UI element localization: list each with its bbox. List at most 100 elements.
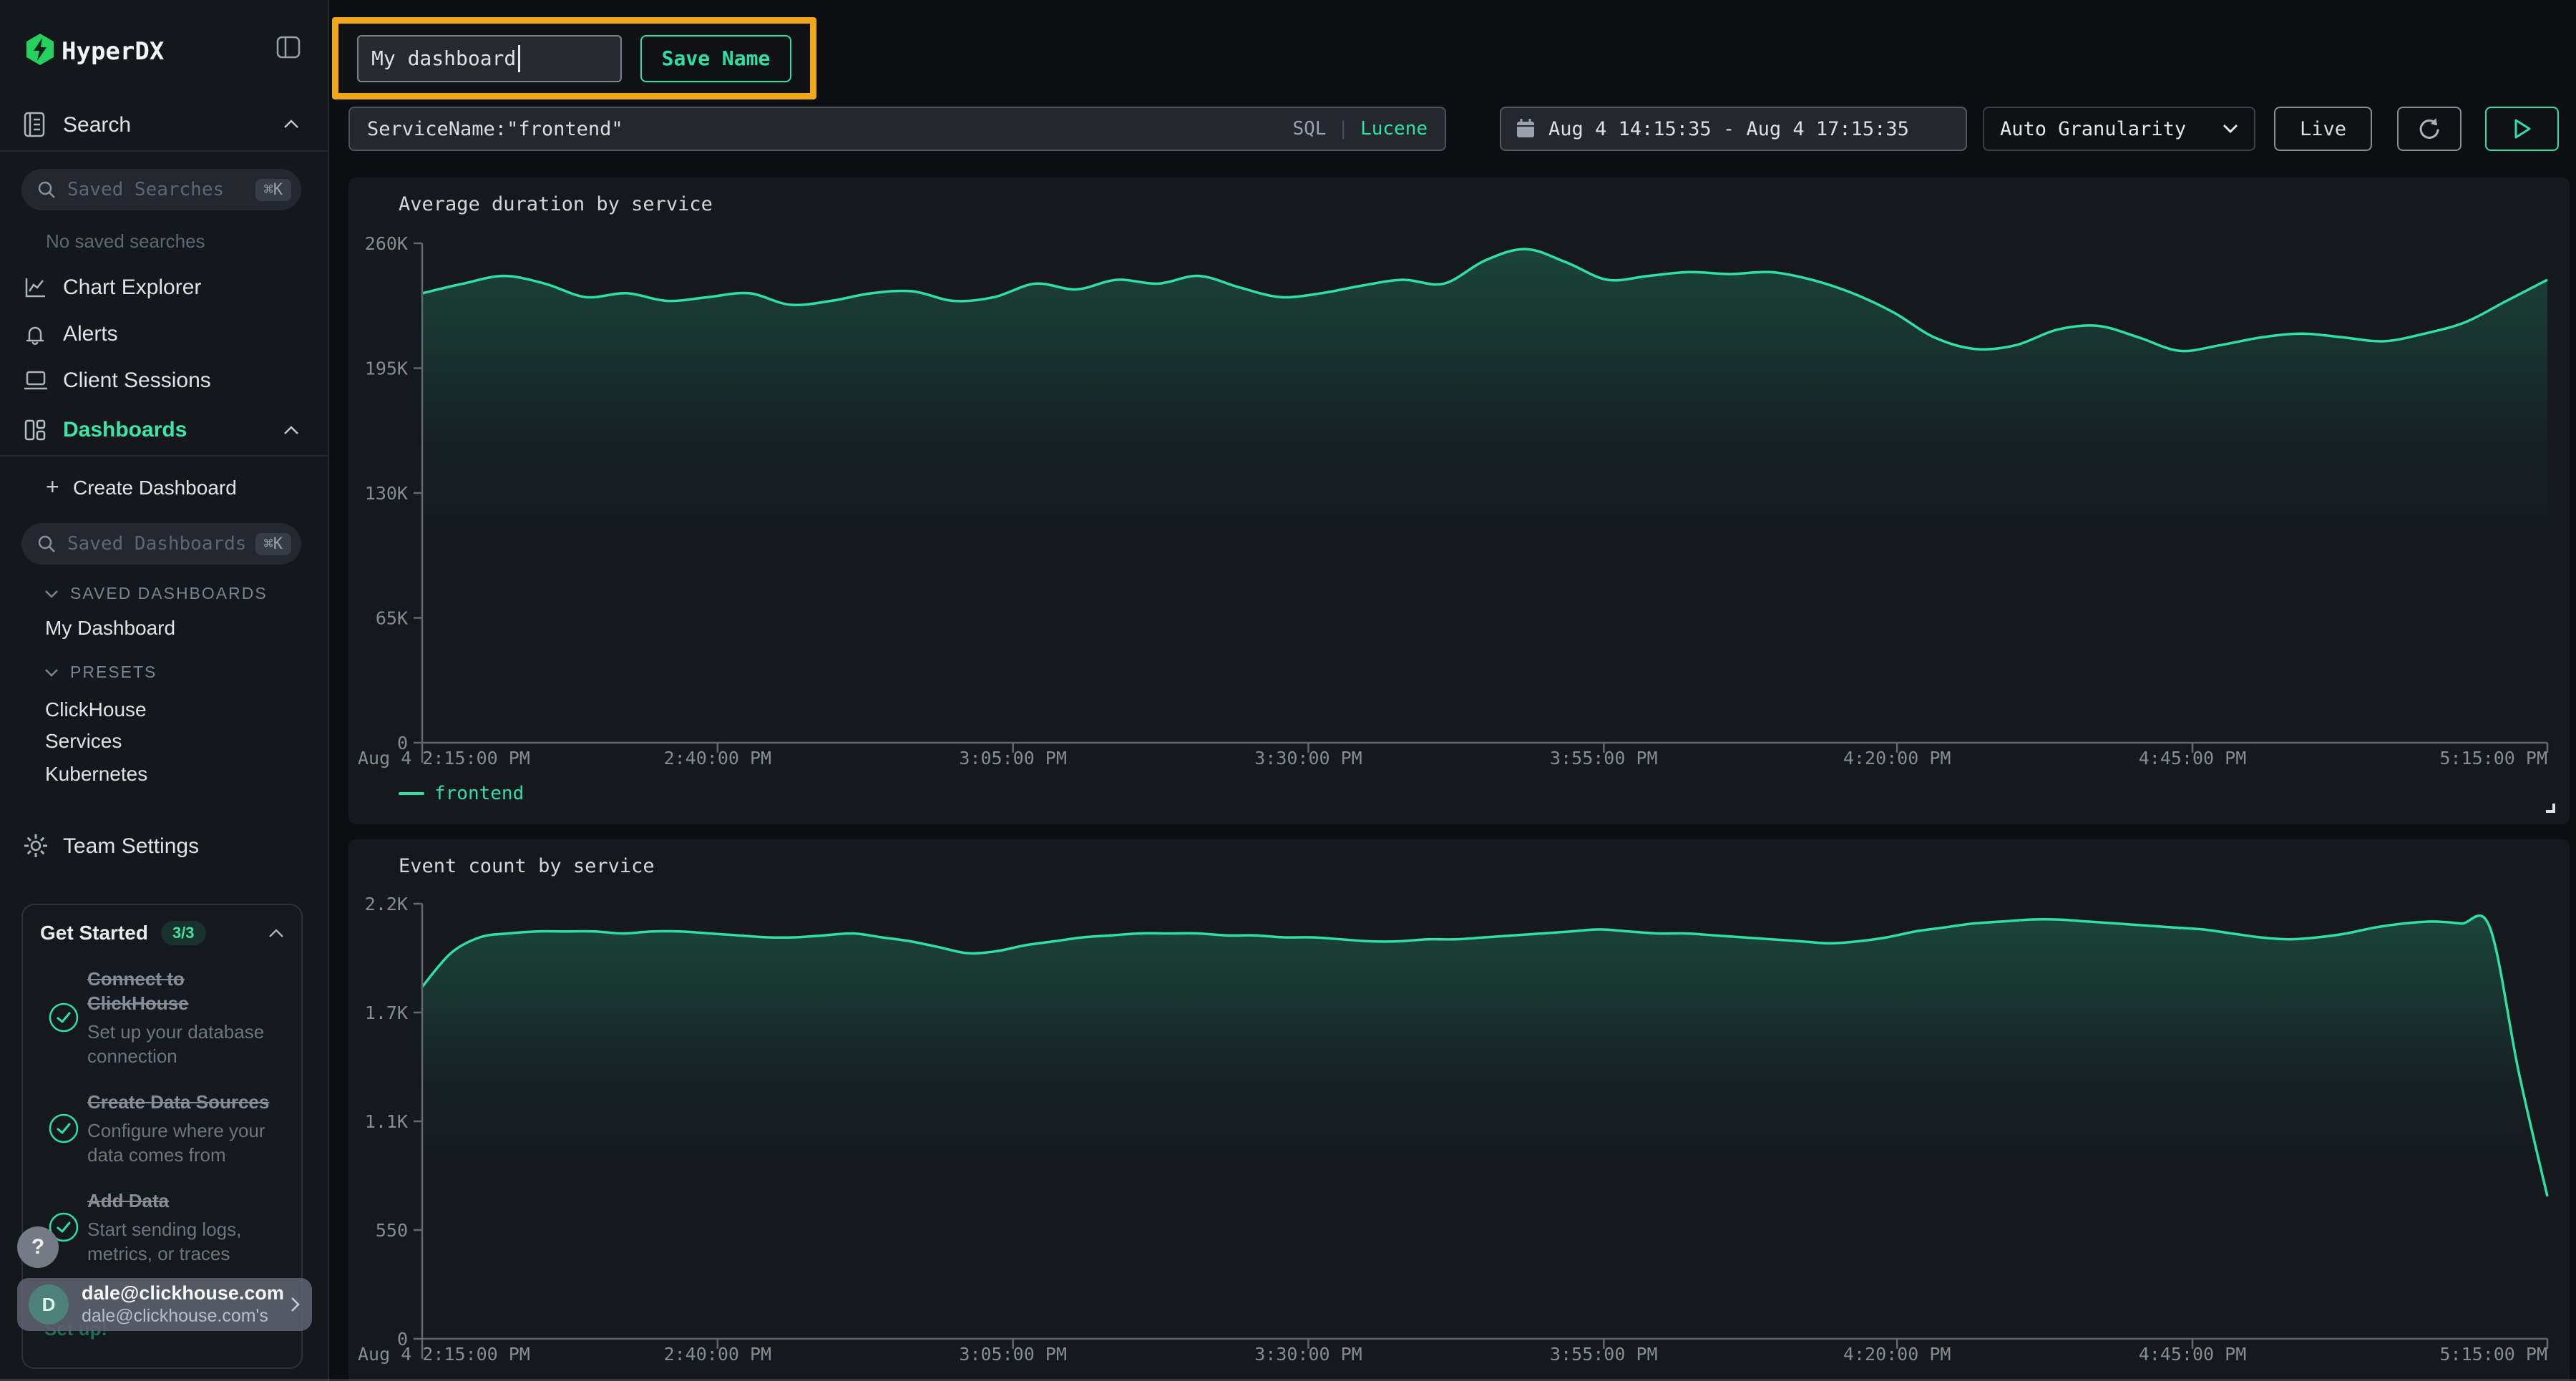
panel-resize-handle[interactable] bbox=[2546, 804, 2555, 813]
sidebar-item-chart-explorer[interactable]: Chart Explorer bbox=[0, 265, 329, 311]
avatar: D bbox=[29, 1284, 69, 1324]
toggle-divider: | bbox=[1337, 118, 1349, 140]
x-tick-label: 5:15:00 PM bbox=[2439, 1344, 2547, 1365]
event-count-chart[interactable]: 05501.1K1.7K2.2KAug 4 2:15:00 PM2:40:00 … bbox=[348, 839, 2570, 1381]
check-circle-icon bbox=[40, 967, 87, 1068]
user-email: dale@clickhouse.com bbox=[82, 1282, 291, 1304]
calendar-icon bbox=[1516, 118, 1536, 140]
dashboard-name-highlight-box: My dashboard Save Name bbox=[332, 17, 816, 99]
x-tick-label: 5:15:00 PM bbox=[2439, 748, 2547, 768]
chevron-down-icon bbox=[2223, 124, 2238, 134]
duration-chart[interactable]: 065K130K195K260KAug 4 2:15:00 PM2:40:00 … bbox=[348, 177, 2570, 824]
chart-legend[interactable]: frontend bbox=[399, 783, 524, 804]
brand-title: HyperDX bbox=[62, 37, 164, 66]
saved-searches-input[interactable]: Saved Searches ⌘K bbox=[21, 169, 301, 210]
sidebar-item-client-sessions[interactable]: Client Sessions bbox=[0, 358, 329, 404]
series-area bbox=[422, 249, 2547, 743]
sidebar-item-alerts[interactable]: Alerts bbox=[0, 312, 329, 358]
user-profile-card[interactable]: D dale@clickhouse.com dale@clickhouse.co… bbox=[17, 1278, 312, 1331]
series-area bbox=[422, 916, 2547, 1339]
sidebar-item-label: Dashboards bbox=[63, 418, 187, 442]
help-button[interactable]: ? bbox=[17, 1226, 59, 1268]
x-tick-label: Aug 4 2:15:00 PM bbox=[358, 748, 530, 768]
x-tick-label: 3:55:00 PM bbox=[1550, 1344, 1658, 1365]
search-journal-icon bbox=[23, 110, 46, 139]
get-started-step: Create Data Sources Configure where your… bbox=[23, 1090, 301, 1167]
collapse-sidebar-icon[interactable] bbox=[276, 36, 301, 59]
sidebar-item-label: Chart Explorer bbox=[63, 275, 201, 300]
query-value: ServiceName:"frontend" bbox=[367, 118, 1292, 140]
y-tick-label: 1.1K bbox=[365, 1111, 408, 1132]
x-tick-label: Aug 4 2:15:00 PM bbox=[358, 1344, 530, 1365]
search-query-input[interactable]: ServiceName:"frontend" SQL | Lucene bbox=[348, 107, 1446, 151]
sidebar-item-search[interactable]: Search bbox=[0, 107, 329, 147]
x-tick-label: 3:30:00 PM bbox=[1254, 748, 1362, 768]
create-dashboard-button[interactable]: + Create Dashboard bbox=[0, 469, 329, 507]
x-tick-label: 4:20:00 PM bbox=[1843, 748, 1951, 768]
get-started-step: Connect to ClickHouse Set up your databa… bbox=[23, 967, 301, 1068]
x-tick-label: 3:30:00 PM bbox=[1254, 1344, 1362, 1365]
sidebar-item-team-settings[interactable]: Team Settings bbox=[0, 824, 329, 870]
saved-searches-placeholder: Saved Searches bbox=[67, 179, 255, 200]
save-name-button[interactable]: Save Name bbox=[640, 35, 791, 82]
bell-icon bbox=[23, 321, 47, 348]
sidebar-item-label: Team Settings bbox=[63, 834, 199, 859]
chevron-up-icon bbox=[268, 928, 284, 938]
preset-item-clickhouse[interactable]: ClickHouse bbox=[45, 698, 147, 721]
chart-title: Average duration by service bbox=[399, 193, 713, 215]
lucene-toggle[interactable]: Lucene bbox=[1360, 118, 1428, 140]
y-tick-label: 1.7K bbox=[365, 1002, 408, 1023]
preset-item-services[interactable]: Services bbox=[45, 730, 122, 753]
sidebar-item-label: Search bbox=[63, 113, 131, 137]
dashboards-grid-icon bbox=[23, 418, 47, 442]
chevron-down-icon bbox=[44, 590, 59, 598]
granularity-select[interactable]: Auto Granularity bbox=[1983, 107, 2255, 151]
section-label: SAVED DASHBOARDS bbox=[70, 584, 268, 603]
x-tick-label: 2:40:00 PM bbox=[664, 1344, 772, 1365]
y-tick-label: 195K bbox=[365, 358, 408, 379]
time-range-picker[interactable]: Aug 4 14:15:35 - Aug 4 17:15:35 bbox=[1500, 107, 1967, 151]
y-tick-label: 2.2K bbox=[365, 894, 408, 914]
dashboard-name-input[interactable]: My dashboard bbox=[357, 35, 622, 82]
event-count-chart-panel: 05501.1K1.7K2.2KAug 4 2:15:00 PM2:40:00 … bbox=[348, 839, 2570, 1381]
saved-dashboard-item[interactable]: My Dashboard bbox=[45, 617, 175, 640]
x-tick-label: 3:05:00 PM bbox=[959, 748, 1067, 768]
text-caret bbox=[518, 45, 520, 72]
chevron-up-icon bbox=[283, 119, 299, 129]
x-tick-label: 4:45:00 PM bbox=[2139, 1344, 2247, 1365]
x-tick-label: 3:05:00 PM bbox=[959, 1344, 1067, 1365]
step-title[interactable]: Add Data bbox=[87, 1189, 284, 1213]
x-tick-label: 3:55:00 PM bbox=[1550, 748, 1658, 768]
search-icon bbox=[37, 535, 56, 553]
step-description: Start sending logs, metrics, or traces bbox=[87, 1217, 284, 1266]
plus-icon: + bbox=[46, 474, 59, 500]
chevron-right-icon bbox=[291, 1297, 301, 1312]
sidebar-item-dashboards[interactable]: Dashboards bbox=[0, 408, 329, 454]
chevron-up-icon bbox=[283, 425, 299, 435]
sidebar: HyperDX Search bbox=[0, 0, 329, 1381]
user-team: dale@clickhouse.com's bbox=[82, 1306, 291, 1327]
step-title[interactable]: Create Data Sources bbox=[87, 1090, 284, 1114]
granularity-value: Auto Granularity bbox=[2000, 118, 2186, 140]
section-saved-dashboards[interactable]: SAVED DASHBOARDS bbox=[44, 584, 268, 603]
sql-toggle[interactable]: SQL bbox=[1292, 118, 1326, 140]
saved-dashboards-input[interactable]: Saved Dashboards ⌘K bbox=[21, 523, 301, 565]
play-button[interactable] bbox=[2485, 107, 2559, 151]
refresh-icon bbox=[2416, 115, 2443, 142]
live-button[interactable]: Live bbox=[2274, 107, 2372, 151]
preset-item-kubernetes[interactable]: Kubernetes bbox=[45, 763, 147, 786]
x-tick-label: 2:40:00 PM bbox=[664, 748, 772, 768]
laptop-icon bbox=[23, 370, 49, 391]
refresh-button[interactable] bbox=[2397, 107, 2462, 151]
step-title[interactable]: Connect to ClickHouse bbox=[87, 967, 284, 1015]
time-range-value: Aug 4 14:15:35 - Aug 4 17:15:35 bbox=[1548, 118, 1909, 140]
section-presets[interactable]: PRESETS bbox=[44, 663, 157, 682]
shortcut-badge: ⌘K bbox=[255, 179, 292, 201]
chart-explorer-icon bbox=[23, 275, 47, 300]
sidebar-divider bbox=[0, 455, 329, 457]
hyperdx-app: HyperDX Search bbox=[0, 0, 2576, 1381]
get-started-header[interactable]: Get Started 3/3 bbox=[23, 905, 301, 945]
y-tick-label: 130K bbox=[365, 483, 408, 504]
step-description: Configure where your data comes from bbox=[87, 1118, 284, 1167]
shortcut-badge: ⌘K bbox=[255, 533, 292, 555]
